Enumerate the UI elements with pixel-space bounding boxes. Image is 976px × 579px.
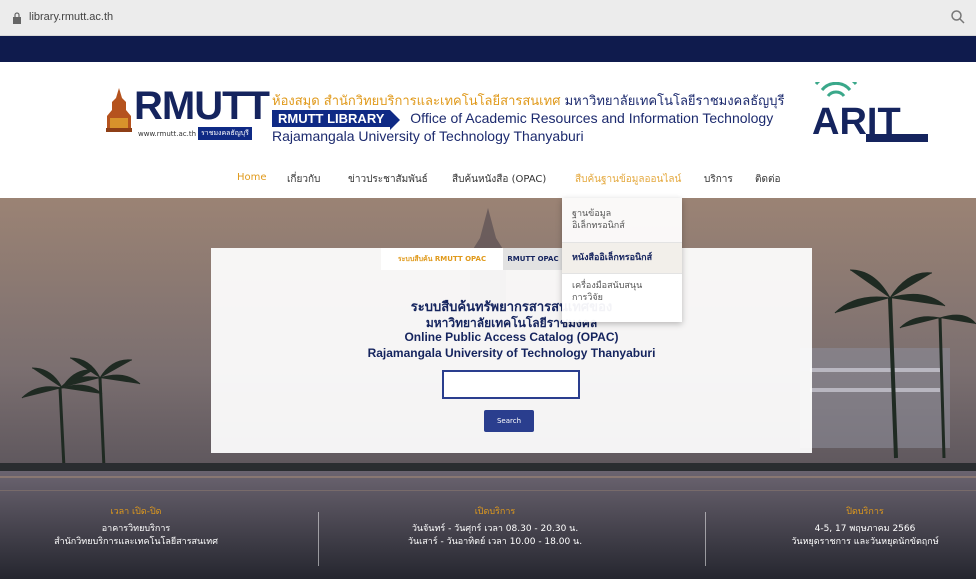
- footer-open-line1: วันจันทร์ - วันศุกร์ เวลา 08.30 - 20.30 …: [411, 524, 579, 534]
- dropdown-item-electronic-databases[interactable]: ฐานข้อมูล อิเล็กทรอนิกส์: [562, 208, 682, 232]
- nav-online-databases[interactable]: สืบค้นฐานข้อมูลออนไลน์: [575, 172, 681, 187]
- footer-open: เปิดบริการ วันจันทร์ - วันศุกร์ เวลา 08.…: [380, 506, 610, 549]
- opac-search-input[interactable]: [442, 370, 580, 399]
- opac-search-card: ระบบสืบค้น RMUTT OPAC RMUTT OPAC ระบบสืบ…: [211, 248, 812, 453]
- nav-news[interactable]: ข่าวประชาสัมพันธ์: [348, 172, 428, 187]
- search-english-subtitle: Rajamangala University of Technology Tha…: [367, 346, 656, 360]
- dropdown-item-label: อิเล็กทรอนิกส์: [572, 221, 625, 231]
- dropdown-item-ebooks[interactable]: หนังสืออิเล็กทรอนิกส์: [562, 243, 682, 273]
- header-thai-rest: มหาวิทยาลัยเทคโนโลยีราชมงคลธัญบุรี: [560, 94, 785, 109]
- footer-closed-line1: 4-5, 17 พฤษภาคม 2566: [814, 524, 916, 534]
- footer-open-heading: เปิดบริการ: [474, 507, 516, 517]
- rmutt-logo[interactable]: RMUTT www.rmutt.ac.th ราชมงคลธัญบุรี: [104, 84, 270, 144]
- header-thai-highlight: ห้องสมุด สำนักวิทยบริการและเทคโนโลยีสารส…: [272, 94, 561, 109]
- arit-logo[interactable]: ARIT: [806, 82, 934, 146]
- address-url[interactable]: library.rmutt.ac.th: [29, 11, 113, 23]
- header-thai-title: ห้องสมุด สำนักวิทยบริการและเทคโนโลยีสารส…: [272, 90, 784, 111]
- nav-contact[interactable]: ติดต่อ: [755, 172, 781, 187]
- logo-tag: ราชมงคลธัญบุรี: [198, 127, 252, 140]
- footer-closed-line2: วันหยุดราชการ และวันหยุดนักขัตฤกษ์: [791, 537, 939, 547]
- nav-services[interactable]: บริการ: [704, 172, 733, 187]
- nav-home[interactable]: Home: [237, 172, 267, 183]
- logo-text: RMUTT: [134, 84, 270, 128]
- footer-divider: [318, 512, 319, 566]
- dropdown-item-label: หนังสืออิเล็กทรอนิกส์: [572, 253, 653, 263]
- dropdown-divider: [562, 273, 682, 274]
- footer-open-line2: วันเสาร์ - วันอาทิตย์ เวลา 10.00 - 18.00…: [407, 537, 583, 547]
- footer-closed-heading: ปิดบริการ: [846, 507, 884, 517]
- tab-rmutt-opac[interactable]: RMUTT OPAC: [503, 248, 563, 270]
- footer-hours-line2: สำนักวิทยบริการและเทคโนโลยีสารสนเทศ: [54, 537, 218, 547]
- footer-divider: [705, 512, 706, 566]
- temple-icon: [106, 88, 132, 132]
- online-databases-dropdown: ฐานข้อมูล อิเล็กทรอนิกส์ หนังสืออิเล็กทร…: [562, 198, 682, 322]
- dropdown-item-label: เครื่องมือสนับสนุน: [572, 281, 643, 291]
- top-stripe: [0, 36, 976, 62]
- search-english-title: Online Public Access Catalog (OPAC): [404, 330, 619, 344]
- header-office-name: Office of Academic Resources and Informa…: [410, 110, 774, 126]
- dropdown-item-label: ฐานข้อมูล: [572, 209, 612, 219]
- lock-icon: [13, 12, 21, 24]
- footer-closed: ปิดบริการ 4-5, 17 พฤษภาคม 2566 วันหยุดรา…: [760, 506, 970, 549]
- logo-website: www.rmutt.ac.th: [138, 130, 197, 138]
- header-university-name: Rajamangala University of Technology Tha…: [272, 128, 584, 144]
- search-button[interactable]: Search: [484, 410, 534, 432]
- dropdown-item-label: การวิจัย: [572, 293, 603, 303]
- dropdown-item-research-tools[interactable]: เครื่องมือสนับสนุน การวิจัย: [562, 280, 682, 304]
- browser-address-bar[interactable]: library.rmutt.ac.th: [0, 0, 976, 36]
- footer-hours-heading: เวลา เปิด-ปิด: [110, 507, 162, 517]
- nav-about[interactable]: เกี่ยวกับ: [287, 172, 320, 187]
- search-icon[interactable]: [950, 9, 966, 25]
- nav-opac[interactable]: สืบค้นหนังสือ (OPAC): [452, 172, 546, 187]
- footer-hours: เวลา เปิด-ปิด อาคารวิทยบริการ สำนักวิทยบ…: [36, 506, 236, 549]
- tab-rmutt-opac-search[interactable]: ระบบสืบค้น RMUTT OPAC: [381, 248, 503, 270]
- site-header: RMUTT www.rmutt.ac.th ราชมงคลธัญบุรี ห้อ…: [0, 62, 976, 162]
- header-english-line1: RMUTT LIBRARY Office of Academic Resourc…: [272, 110, 774, 130]
- main-nav: Home เกี่ยวกับ ข่าวประชาสัมพันธ์ สืบค้นห…: [0, 162, 976, 198]
- footer-hours-line1: อาคารวิทยบริการ: [101, 524, 171, 534]
- library-badge: RMUTT LIBRARY: [272, 110, 401, 130]
